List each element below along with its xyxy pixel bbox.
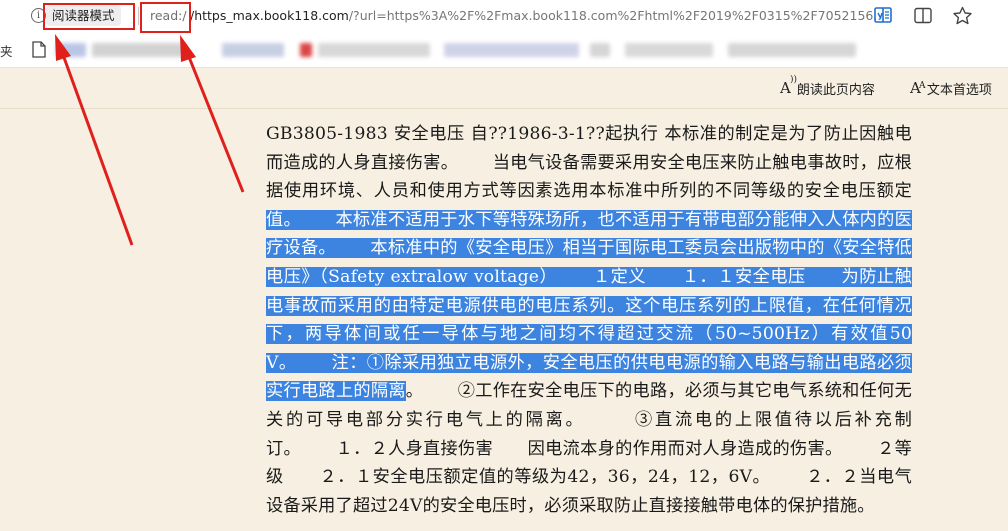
blurred-bookmark[interactable]: [590, 43, 610, 57]
blurred-bookmark[interactable]: [300, 43, 312, 57]
blurred-bookmark[interactable]: [222, 43, 284, 57]
blurred-bookmark[interactable]: [318, 43, 430, 57]
url-scheme-highlight-box: [140, 2, 191, 33]
split-screen-icon[interactable]: [914, 7, 932, 24]
address-divider: [138, 7, 139, 25]
blurred-bookmark[interactable]: [92, 43, 187, 57]
text-preferences-button[interactable]: AA 文本首选项: [910, 78, 992, 98]
immersive-reader-icon[interactable]: [874, 7, 892, 24]
bookmark-item-fragment[interactable]: 夹: [0, 41, 13, 60]
url-host[interactable]: /https_max.book118.com: [190, 8, 349, 23]
read-aloud-label: 朗读此页内容: [796, 82, 875, 98]
read-aloud-button[interactable]: A)) 朗读此页内容: [780, 75, 875, 98]
page-icon[interactable]: [32, 41, 46, 58]
article-text-continued: 。 ②工作在安全电压下的电路，必须与其它电气系统和任何无关的可导电部分实行电气上…: [266, 381, 912, 516]
favorite-star-icon[interactable]: [952, 6, 973, 26]
url-path[interactable]: /?url=https%3A%2F%2Fmax.book118.com%2Fht…: [349, 8, 885, 23]
blurred-bookmark[interactable]: [56, 43, 86, 57]
reader-mode-highlight-box: [43, 3, 135, 30]
bookmarks-bar: 夹: [0, 33, 1008, 68]
text-preferences-label: 文本首选项: [926, 82, 992, 98]
read-aloud-icon: A)): [780, 75, 798, 97]
selected-text[interactable]: 值。 本标准不适用于水下等特殊场所，也不适用于有带电部分能伸入人体内的医疗设备。…: [266, 209, 912, 402]
article-body[interactable]: GB3805-1983 安全电压 自??1986-3-1??起执行 本标准的制定…: [266, 120, 912, 520]
reader-toolbar: A)) 朗读此页内容 AA 文本首选项: [0, 68, 1008, 109]
url-text[interactable]: /https_max.book118.com/?url=https%3A%2F%…: [190, 7, 885, 25]
blurred-bookmark[interactable]: [728, 43, 856, 57]
blurred-bookmark[interactable]: [444, 43, 579, 57]
blurred-bookmark[interactable]: [625, 43, 713, 57]
article-text: GB3805-1983 安全电压 自??1986-3-1??起执行 本标准的制定…: [266, 124, 912, 202]
text-preferences-icon: AA: [910, 79, 926, 97]
